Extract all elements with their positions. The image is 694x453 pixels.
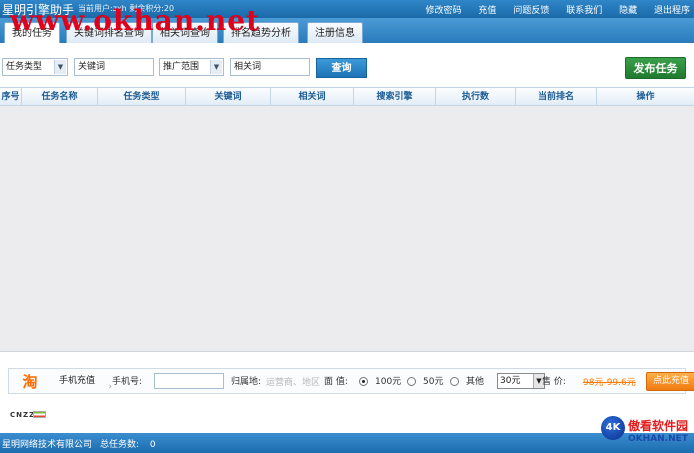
publish-task-button[interactable]: 发布任务 xyxy=(625,57,686,79)
tab-registration[interactable]: 注册信息 xyxy=(307,22,363,43)
task-table-body xyxy=(0,106,694,352)
task-count-value: 0 xyxy=(149,440,156,450)
scope-value: 推广范围 xyxy=(163,62,200,72)
related-word-input[interactable]: 相关词 xyxy=(230,58,310,76)
status-bar: 星明网络技术有限公司 总任务数: 0 xyxy=(0,433,694,453)
option-100-label: 100元 xyxy=(375,377,402,387)
column-header[interactable]: 执行数 xyxy=(436,88,516,106)
column-header[interactable]: 序号 xyxy=(0,88,22,106)
keyword-input[interactable]: 关键词 xyxy=(74,58,154,76)
other-amount-value: 30元 xyxy=(500,376,521,386)
column-header[interactable]: 搜索引擎 xyxy=(354,88,436,106)
recharge-bar: 淘 手机充值 › 手机号: 归属地: 运营商、地区 面 值: 100元 50元 … xyxy=(8,368,694,394)
radio-other[interactable] xyxy=(450,377,459,386)
chevron-down-icon: ▼ xyxy=(54,60,66,74)
task-type-value: 任务类型 xyxy=(6,62,43,72)
feedback-link[interactable]: 问题反馈 xyxy=(513,6,549,16)
recharge-title-text: 手机充值 xyxy=(58,376,95,386)
column-header[interactable]: 操作 xyxy=(597,88,694,106)
chevron-down-icon: ▼ xyxy=(210,60,222,74)
cnzz-badge-icon xyxy=(33,411,46,418)
region-placeholder: 运营商、地区 xyxy=(266,378,321,388)
option-50-label: 50元 xyxy=(423,377,444,387)
price-value: 98元-99.6元 xyxy=(583,375,636,388)
logo-mark-icon: 4K xyxy=(601,416,625,440)
recharge-button[interactable]: 点此充值 xyxy=(646,372,694,391)
face-value-label: 面 值: xyxy=(324,377,348,387)
table-header: 序号 任务名称 任务类型 关键词 相关词 搜索引擎 执行数 当前排名 操作 xyxy=(0,87,694,106)
taobao-icon: 淘 xyxy=(22,373,38,391)
query-button[interactable]: 查询 xyxy=(316,58,367,78)
price-value-text: 98元-99.6元 xyxy=(583,378,636,388)
option-other-label: 其他 xyxy=(466,377,485,387)
logo-cn-text: 傲看软件园 xyxy=(628,419,689,433)
phone-label: 手机号: xyxy=(112,377,143,387)
other-amount-select[interactable]: 30元 ▼ xyxy=(497,373,545,389)
change-password-link[interactable]: 修改密码 xyxy=(426,6,462,16)
contact-link[interactable]: 联系我们 xyxy=(566,6,602,16)
scope-select[interactable]: 推广范围 ▼ xyxy=(159,58,224,76)
column-header[interactable]: 任务类型 xyxy=(98,88,186,106)
cnzz-logo[interactable]: CNZZ xyxy=(10,411,35,419)
filter-bar: 任务类型 ▼ 关键词 推广范围 ▼ 相关词 查询 发布任务 xyxy=(0,43,694,87)
column-header[interactable]: 任务名称 xyxy=(22,88,98,106)
related-word-input-text: 相关词 xyxy=(234,62,262,72)
keyword-input-text: 关键词 xyxy=(78,62,106,72)
watermark-text: www.okhan.net xyxy=(10,4,261,37)
hide-link[interactable]: 隐藏 xyxy=(619,6,637,16)
recharge-link[interactable]: 充值 xyxy=(478,6,496,16)
task-count-label: 总任务数: xyxy=(100,440,140,450)
task-type-select[interactable]: 任务类型 ▼ xyxy=(2,58,68,76)
radio-50[interactable] xyxy=(407,377,416,386)
region-label: 归属地: xyxy=(231,377,262,387)
column-header[interactable]: 关键词 xyxy=(186,88,271,106)
top-links: 修改密码 充值 问题反馈 联系我们 隐藏 退出程序 xyxy=(412,3,690,16)
recharge-panel: 淘 手机充值 › 手机号: 归属地: 运营商、地区 面 值: 100元 50元 … xyxy=(0,352,694,407)
recharge-title: 手机充值 › xyxy=(46,370,112,392)
site-logo: 4K 傲看软件园 OKHAN.NET xyxy=(601,416,693,451)
radio-100[interactable] xyxy=(359,377,368,386)
task-count: 总任务数: 0 xyxy=(100,437,156,450)
company-name: 星明网络技术有限公司 xyxy=(2,440,93,450)
column-header[interactable]: 相关词 xyxy=(271,88,354,106)
exit-link[interactable]: 退出程序 xyxy=(654,6,690,16)
logo-en-text: OKHAN.NET xyxy=(628,434,688,444)
price-label: 售 价: xyxy=(542,377,566,387)
column-header[interactable]: 当前排名 xyxy=(516,88,597,106)
phone-input[interactable] xyxy=(154,373,224,389)
